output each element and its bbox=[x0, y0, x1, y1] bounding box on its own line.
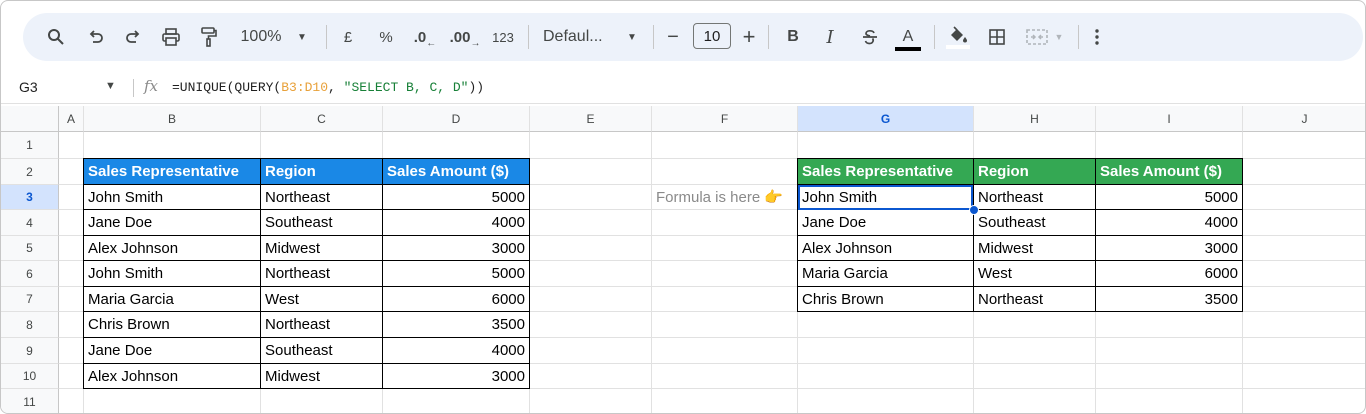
result-table-outline bbox=[797, 158, 1243, 312]
italic-button[interactable]: I bbox=[820, 13, 840, 61]
column-header-a[interactable]: A bbox=[59, 106, 84, 132]
row-header-1[interactable]: 1 bbox=[1, 132, 59, 159]
gridline-vertical bbox=[651, 132, 652, 413]
formula-input[interactable]: =UNIQUE(QUERY(B3:D10, "SELECT B, C, D")) bbox=[172, 80, 484, 95]
column-header-e[interactable]: E bbox=[530, 106, 652, 132]
column-header-f[interactable]: F bbox=[652, 106, 798, 132]
fill-color-icon[interactable] bbox=[945, 13, 971, 61]
toolbar-divider bbox=[934, 25, 935, 49]
column-header-d[interactable]: D bbox=[383, 106, 530, 132]
bold-label: B bbox=[787, 28, 799, 45]
text-color-bar bbox=[895, 47, 921, 51]
strikethrough-icon[interactable] bbox=[858, 13, 882, 61]
increase-font-size-button[interactable]: + bbox=[740, 13, 758, 61]
formula-mid: , bbox=[328, 80, 344, 95]
formula-prefix: =UNIQUE(QUERY( bbox=[172, 80, 282, 95]
row-header-9[interactable]: 9 bbox=[1, 338, 59, 364]
row-header-4[interactable]: 4 bbox=[1, 210, 59, 236]
bold-button[interactable]: B bbox=[783, 13, 803, 61]
active-cell-selection[interactable] bbox=[798, 185, 973, 210]
row-header-11[interactable]: 11 bbox=[1, 389, 59, 413]
column-header-i[interactable]: I bbox=[1096, 106, 1243, 132]
column-header-j[interactable]: J bbox=[1243, 106, 1365, 132]
column-header-h[interactable]: H bbox=[974, 106, 1096, 132]
merge-dropdown-icon[interactable]: ▼ bbox=[1053, 13, 1065, 61]
row-header-3[interactable]: 3 bbox=[1, 185, 59, 210]
fx-icon: fx bbox=[144, 77, 159, 95]
formula-note: Formula is here 👉 bbox=[656, 189, 784, 206]
toolbar-right: + B I A ▼ bbox=[23, 13, 1363, 61]
row-header-2[interactable]: 2 bbox=[1, 159, 59, 185]
column-header-c[interactable]: C bbox=[261, 106, 383, 132]
name-box-dropdown-icon[interactable]: ▼ bbox=[105, 80, 116, 92]
row-header-10[interactable]: 10 bbox=[1, 364, 59, 389]
text-color-label: A bbox=[902, 28, 914, 45]
toolbar-divider bbox=[1078, 25, 1079, 49]
fill-handle[interactable] bbox=[969, 205, 979, 215]
select-all-corner[interactable] bbox=[1, 106, 59, 132]
formula-divider bbox=[133, 79, 134, 97]
column-header-b[interactable]: B bbox=[84, 106, 261, 132]
row-header-6[interactable]: 6 bbox=[1, 261, 59, 287]
borders-icon[interactable] bbox=[985, 13, 1009, 61]
formula-range: B3:D10 bbox=[281, 80, 329, 95]
formula-string: "SELECT B, C, D" bbox=[343, 80, 469, 95]
row-header-7[interactable]: 7 bbox=[1, 287, 59, 312]
more-options-icon[interactable] bbox=[1089, 13, 1105, 61]
toolbar-divider bbox=[768, 25, 769, 49]
column-header-g[interactable]: G bbox=[798, 106, 974, 132]
fill-color-bar bbox=[946, 44, 970, 49]
merge-cells-icon[interactable] bbox=[1024, 13, 1050, 61]
text-color-button[interactable]: A bbox=[895, 13, 921, 61]
formula-suffix: )) bbox=[468, 80, 485, 95]
row-header-8[interactable]: 8 bbox=[1, 312, 59, 338]
row-header-5[interactable]: 5 bbox=[1, 236, 59, 261]
italic-label: I bbox=[826, 26, 834, 48]
spreadsheet-window: 100% ▼ £ % .0 ← .00 → 123 Defaul... ▼ − 10… bbox=[0, 0, 1366, 414]
formula-bar: G3 ▼ fx =UNIQUE(QUERY(B3:D10, "SELECT B,… bbox=[1, 73, 1365, 104]
source-table-outline bbox=[83, 158, 530, 389]
plus-label: + bbox=[742, 24, 756, 49]
name-box[interactable]: G3 bbox=[19, 79, 38, 95]
